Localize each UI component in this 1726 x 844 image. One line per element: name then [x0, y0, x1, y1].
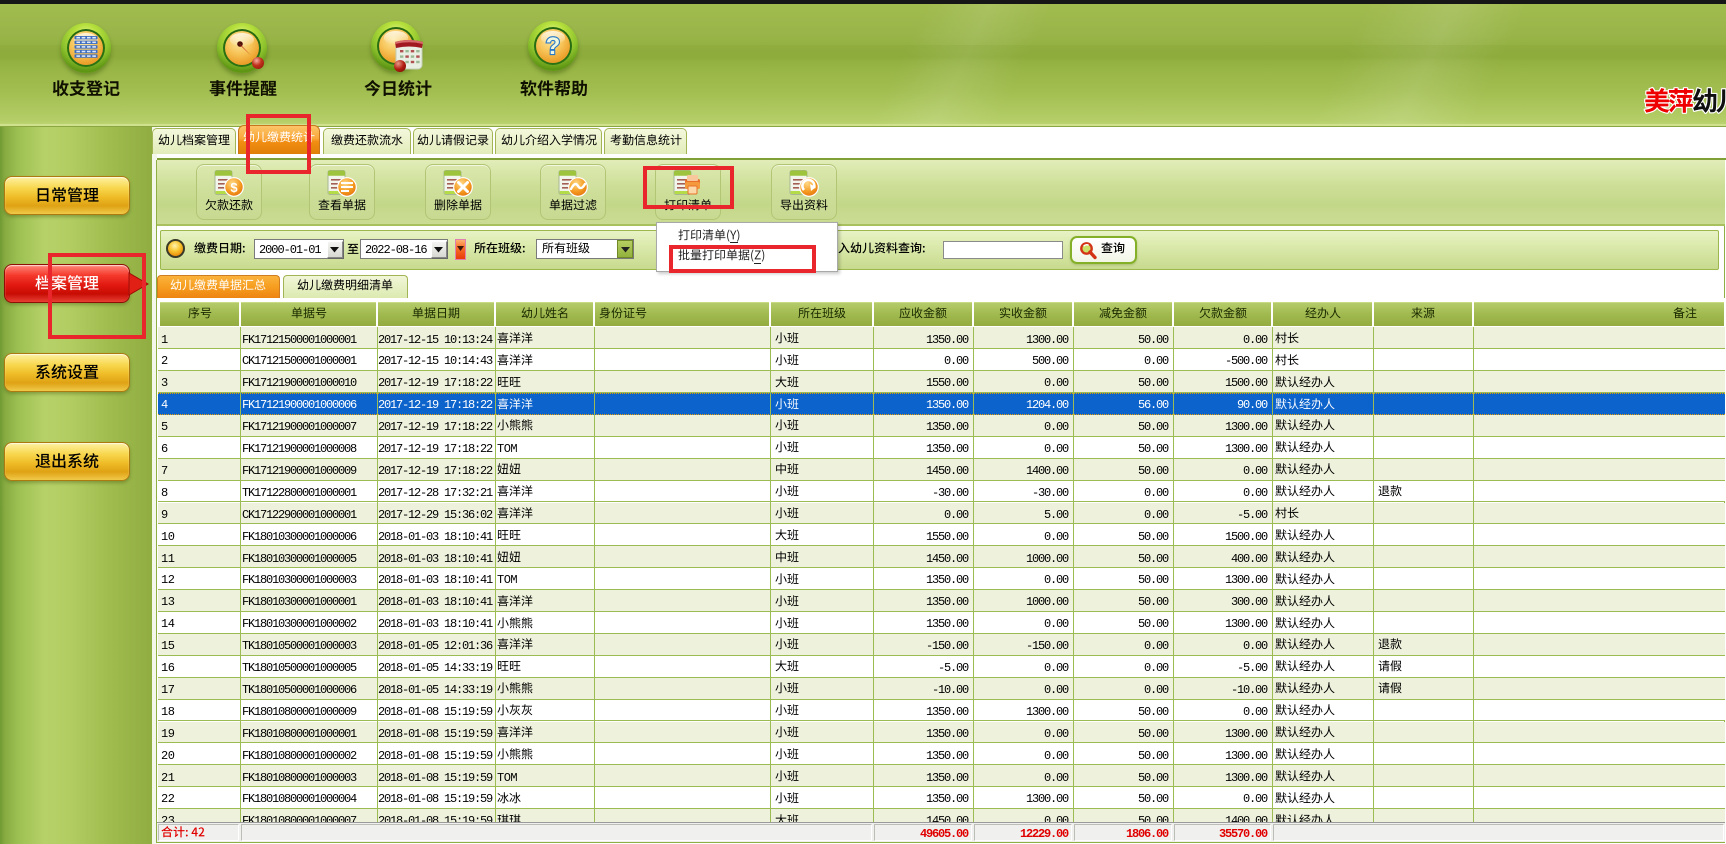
svg-text:?: ?: [546, 33, 561, 60]
svg-text:$: $: [230, 180, 238, 195]
